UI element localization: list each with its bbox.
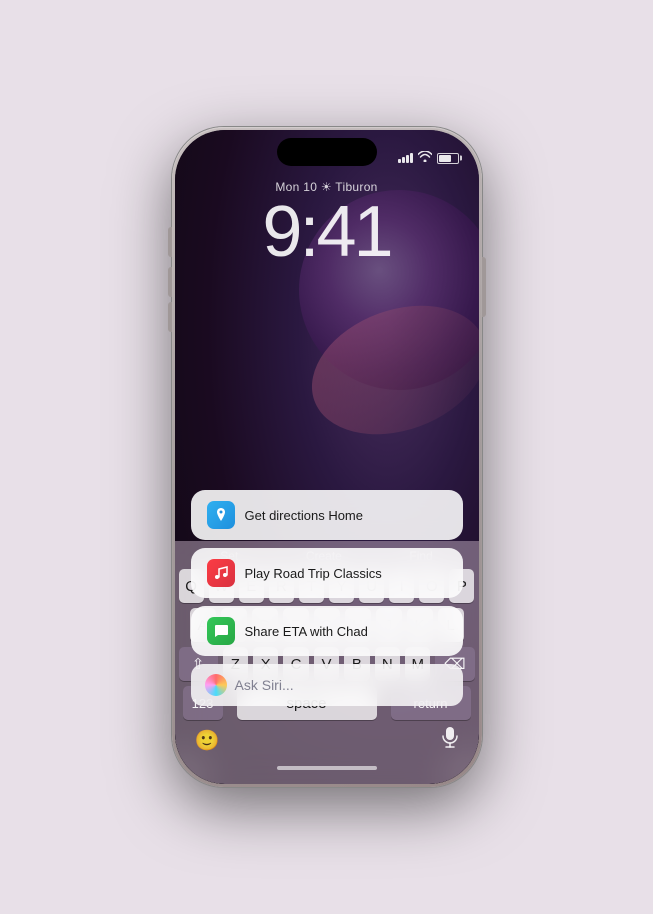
suggestion-music[interactable]: Play Road Trip Classics xyxy=(191,548,463,598)
ask-siri-bar[interactable]: Ask Siri... xyxy=(191,664,463,706)
home-bar xyxy=(179,760,475,780)
keyboard-icons-row: 🙂 xyxy=(179,724,475,760)
music-icon xyxy=(207,559,235,587)
suggestion-directions[interactable]: Get directions Home xyxy=(191,490,463,540)
music-text: Play Road Trip Classics xyxy=(245,566,382,581)
home-bar-line xyxy=(277,766,377,770)
phone-frame: Mon 10 ☀ Tiburon 9:41 Get directions Hom… xyxy=(172,127,482,787)
siri-orb-icon xyxy=(205,674,227,696)
dynamic-island xyxy=(277,138,377,166)
time-area: Mon 10 ☀ Tiburon 9:41 xyxy=(175,180,479,268)
maps-icon xyxy=(207,501,235,529)
time-display: 9:41 xyxy=(175,196,479,268)
status-icons xyxy=(398,151,459,165)
signal-icon xyxy=(398,153,413,163)
suggestion-messages[interactable]: Share ETA with Chad xyxy=(191,606,463,656)
directions-text: Get directions Home xyxy=(245,508,364,523)
battery-icon xyxy=(437,153,459,164)
emoji-icon[interactable]: 🙂 xyxy=(195,728,220,753)
phone-screen: Mon 10 ☀ Tiburon 9:41 Get directions Hom… xyxy=(175,130,479,784)
mic-icon[interactable] xyxy=(441,726,459,754)
messages-icon xyxy=(207,617,235,645)
siri-suggestions-area: Get directions Home Play Road Trip Class… xyxy=(191,490,463,714)
wifi-icon xyxy=(418,151,432,165)
messages-text: Share ETA with Chad xyxy=(245,624,368,639)
siri-placeholder: Ask Siri... xyxy=(235,677,294,693)
